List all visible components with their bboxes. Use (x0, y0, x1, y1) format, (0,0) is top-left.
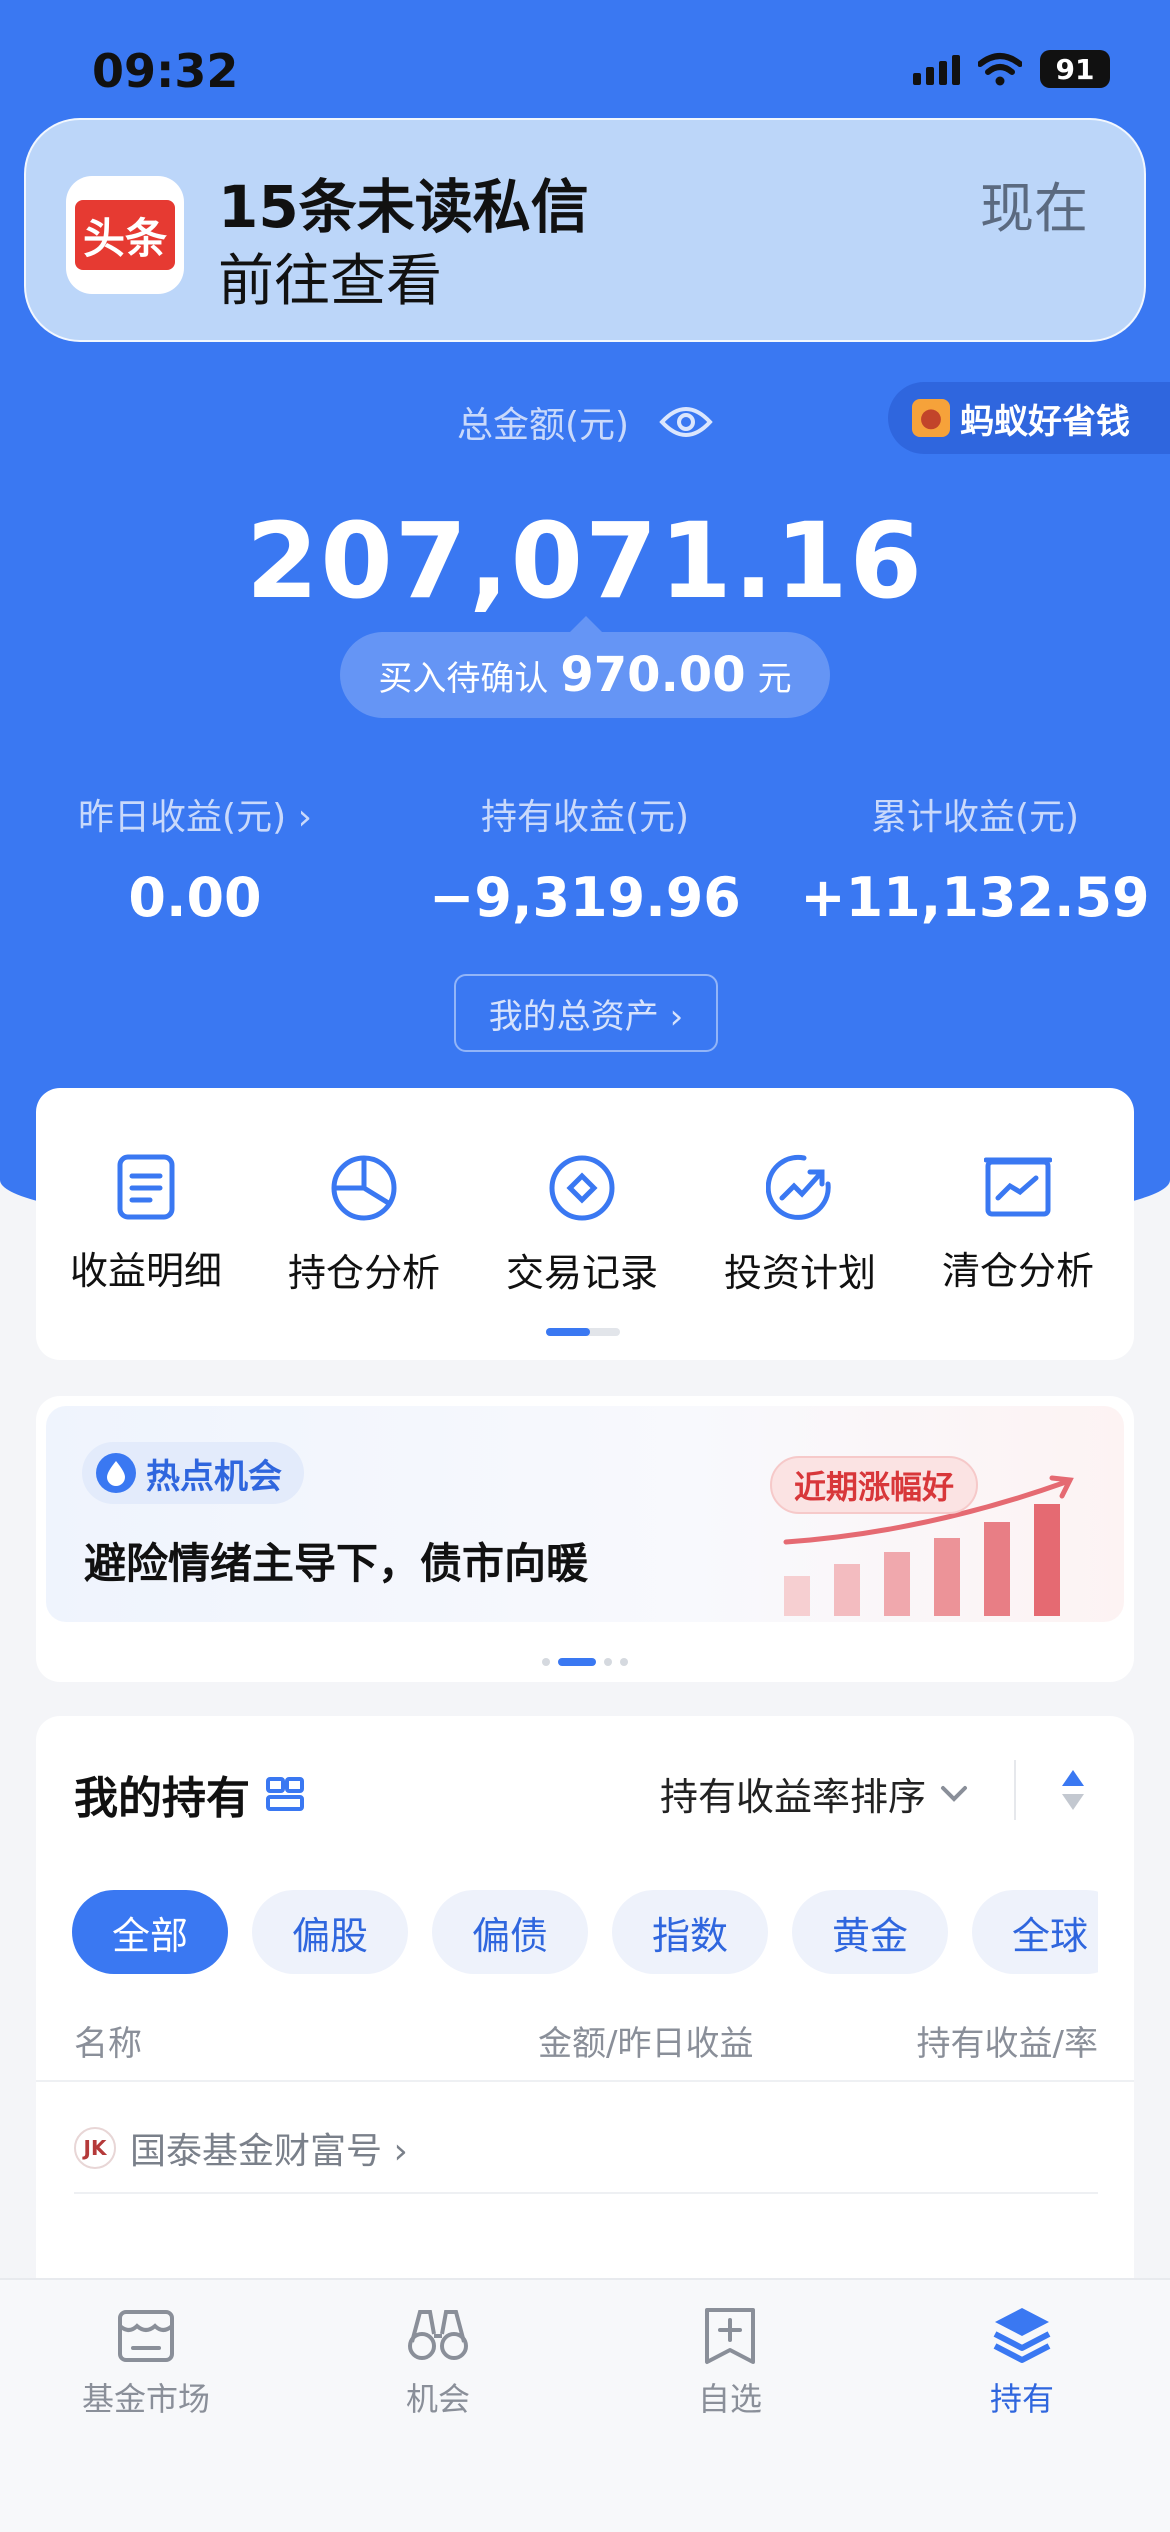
bookmark-add-icon (705, 2308, 755, 2364)
bottom-tab-bar: 基金市场 机会 自选 持有 (0, 2278, 1170, 2532)
tab-label: 持有 (989, 2380, 1054, 2418)
stat-value: −9,319.96 (429, 866, 741, 929)
battery-icon: 91 (1040, 50, 1110, 88)
carousel-dots (36, 1658, 1134, 1666)
column-name: 名称 (74, 2024, 142, 2064)
tab-opportunities[interactable]: 机会 (292, 2304, 584, 2420)
stat-cumulative: 累计收益(元) +11,132.59 (780, 788, 1170, 929)
status-time: 09:32 (92, 44, 239, 98)
tools-card: 收益明细 持仓分析 交易记录 投资计划 清仓分析 (36, 1088, 1134, 1360)
promo-icon: ● (912, 399, 950, 437)
tool-label: 清仓分析 (941, 1249, 1094, 1293)
stat-label: 昨日收益(元) › (78, 797, 312, 838)
wifi-icon (978, 52, 1022, 86)
tool-earnings-detail[interactable]: 收益明细 (36, 1154, 256, 1295)
stat-label: 累计收益(元) (870, 797, 1080, 838)
sort-order-icon[interactable] (1060, 1768, 1086, 1812)
pending-value: 970.00 (560, 647, 746, 703)
divider (36, 2080, 1134, 2082)
tool-label: 投资计划 (723, 1251, 876, 1295)
flame-drop-icon (96, 1453, 136, 1493)
tab-watchlist[interactable]: 自选 (584, 2304, 876, 2420)
record-icon (549, 1155, 615, 1221)
trend-up-icon (766, 1154, 831, 1220)
pending-confirm-pill[interactable]: 买入待确认 970.00 元 (340, 616, 830, 718)
my-total-assets-button[interactable]: 我的总资产 › (454, 974, 718, 1052)
holdings-title-row: 我的持有 (74, 1762, 304, 1826)
pie-chart-icon (331, 1155, 397, 1221)
promo-tag[interactable]: ● 蚂蚁好省钱 (888, 382, 1170, 454)
hot-tag-label: 热点机会 (146, 1456, 282, 1497)
provider-name: 国泰基金财富号 › (130, 2131, 408, 2172)
notification-body: 前往查看 (218, 249, 442, 314)
fund-provider-row[interactable]: JK 国泰基金财富号 › (74, 2122, 408, 2174)
column-amount: 金额/昨日收益 (538, 2024, 754, 2064)
hot-banner: 热点机会 避险情绪主导下，债市向暖 近期涨幅好 (46, 1406, 1124, 1622)
chip-global[interactable]: 全球 (972, 1890, 1098, 1974)
total-amount: 207,071.16 (246, 500, 924, 622)
holdings-title: 我的持有 (74, 1773, 250, 1824)
sort-dropdown[interactable]: 持有收益率排序 (660, 1766, 968, 1821)
column-holding-return: 持有收益/率 (916, 2024, 1098, 2064)
notification-banner[interactable]: 头条 15条未读私信 前往查看 现在 (24, 118, 1146, 342)
tab-holdings[interactable]: 持有 (876, 2304, 1168, 2420)
provider-logo: JK (74, 2127, 116, 2169)
tab-label: 自选 (697, 2380, 762, 2418)
chip-bond[interactable]: 偏债 (432, 1890, 588, 1974)
notification-time: 现在 (980, 177, 1088, 240)
sort-label: 持有收益率排序 (659, 1775, 926, 1819)
holdings-card: 我的持有 持有收益率排序 全部 偏股 偏债 指数 黄金 全球 名称 金额/昨日收益 持有收… (36, 1716, 1134, 2316)
tools-scroll-indicator (546, 1328, 620, 1336)
signal-icon (913, 53, 960, 85)
tool-investment-plan[interactable]: 投资计划 (690, 1154, 910, 1297)
chip-all[interactable]: 全部 (72, 1890, 228, 1974)
document-icon (117, 1154, 175, 1220)
tool-label: 交易记录 (505, 1251, 658, 1295)
status-icons: 91 (913, 50, 1110, 88)
hot-tag: 热点机会 (82, 1442, 304, 1504)
sort-divider (1014, 1760, 1016, 1820)
chip-equity[interactable]: 偏股 (252, 1890, 408, 1974)
hot-opportunity-card[interactable]: 热点机会 避险情绪主导下，债市向暖 近期涨幅好 (36, 1396, 1134, 1682)
stat-value: 0.00 (128, 866, 262, 929)
binoculars-icon (408, 2310, 468, 2360)
tool-position-analysis[interactable]: 持仓分析 (254, 1154, 474, 1297)
layers-icon (993, 2308, 1051, 2363)
tab-label: 基金市场 (81, 2380, 210, 2418)
category-chips: 全部 偏股 偏债 指数 黄金 全球 (72, 1890, 1098, 1974)
stat-yesterday[interactable]: 昨日收益(元) › 0.00 (0, 788, 390, 929)
total-label: 总金额(元) (456, 405, 630, 446)
toutiao-app-icon: 头条 (66, 176, 184, 294)
tool-label: 持仓分析 (287, 1251, 440, 1295)
divider (74, 2192, 1098, 2194)
tab-fund-market[interactable]: 基金市场 (0, 2304, 292, 2420)
stat-label: 持有收益(元) (480, 797, 690, 838)
app-icon-text: 头条 (75, 200, 175, 270)
pending-unit: 元 (757, 658, 792, 699)
chip-gold[interactable]: 黄金 (792, 1890, 948, 1974)
notification-title: 15条未读私信 (218, 173, 589, 241)
chip-index[interactable]: 指数 (612, 1890, 768, 1974)
tool-clearance-analysis[interactable]: 清仓分析 (908, 1154, 1128, 1295)
earnings-stats: 昨日收益(元) › 0.00 持有收益(元) −9,319.96 累计收益(元)… (0, 788, 1170, 929)
market-icon (118, 2310, 174, 2362)
chevron-down-icon (941, 1785, 967, 1802)
board-chart-icon (984, 1157, 1052, 1217)
pending-label: 买入待确认 (378, 658, 549, 699)
tab-label: 机会 (405, 2380, 470, 2418)
hot-headline: 避险情绪主导下，债市向暖 (84, 1539, 589, 1588)
eye-icon[interactable] (659, 402, 713, 442)
tool-label: 收益明细 (69, 1249, 222, 1293)
stat-value: +11,132.59 (800, 866, 1150, 929)
tool-transaction-records[interactable]: 交易记录 (472, 1154, 692, 1297)
promo-label: 蚂蚁好省钱 (960, 401, 1130, 442)
hot-badge: 近期涨幅好 (770, 1456, 979, 1514)
stat-holding: 持有收益(元) −9,319.96 (390, 788, 780, 929)
grid-view-icon[interactable] (266, 1777, 304, 1811)
